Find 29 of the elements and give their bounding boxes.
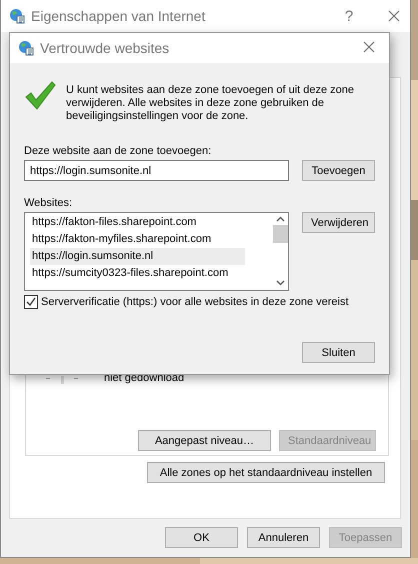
website-item[interactable]: https://login.sumsonite.nl <box>30 248 245 265</box>
add-button[interactable]: Toevoegen <box>302 160 375 181</box>
dialog-title: Vertrouwde websites <box>40 40 170 56</box>
help-button[interactable]: ? <box>334 8 364 24</box>
globe-icon <box>9 8 25 24</box>
ok-button[interactable]: OK <box>165 527 238 548</box>
scrollbar-thumb[interactable] <box>272 225 288 243</box>
close-button[interactable]: Sluiten <box>302 342 375 363</box>
remove-button[interactable]: Verwijderen <box>302 212 375 233</box>
scroll-up-icon[interactable] <box>276 216 284 222</box>
close-icon[interactable] <box>363 40 375 52</box>
website-item[interactable]: https://sumcity0323-files.sharepoint.com <box>30 265 245 282</box>
website-item[interactable]: https://fakton-files.sharepoint.com <box>30 214 245 231</box>
globe-icon <box>18 40 34 56</box>
website-input-field[interactable]: https://login.sumsonite.nl <box>24 160 289 181</box>
reset-all-zones-button[interactable]: Alle zones op het standaardniveau instellen <box>147 462 385 483</box>
window-title: Eigenschappen van Internet <box>31 8 206 24</box>
website-item[interactable]: https://fakton-myfiles.sharepoint.com <box>30 231 245 248</box>
cancel-button[interactable]: Annuleren <box>247 527 320 548</box>
checkmark-icon <box>24 79 56 111</box>
https-required-label: Serververificatie (https:) voor alle websites in deze zone vereist <box>41 296 349 308</box>
custom-level-button[interactable]: Aangepast niveau… <box>138 430 271 451</box>
checkbox[interactable] <box>24 295 38 309</box>
close-icon[interactable] <box>388 10 400 22</box>
scroll-down-icon[interactable] <box>276 280 284 286</box>
websites-list[interactable]: https://fakton-files.sharepoint.com https://fakton-myfiles.sharepoint.com https://login.sumsonite.nl https://sumcity0323-files.sharepoint.com <box>24 212 289 291</box>
websites-label: Websites: <box>24 197 74 209</box>
add-website-label: Deze website aan de zone toevoegen: <box>24 145 212 157</box>
description-text: U kunt websites aan deze zone toevoegen of uit deze zone verwijderen. Alle websites in deze zone gebruiken de beveiligingsinstellingen voor de zone. <box>66 84 356 123</box>
